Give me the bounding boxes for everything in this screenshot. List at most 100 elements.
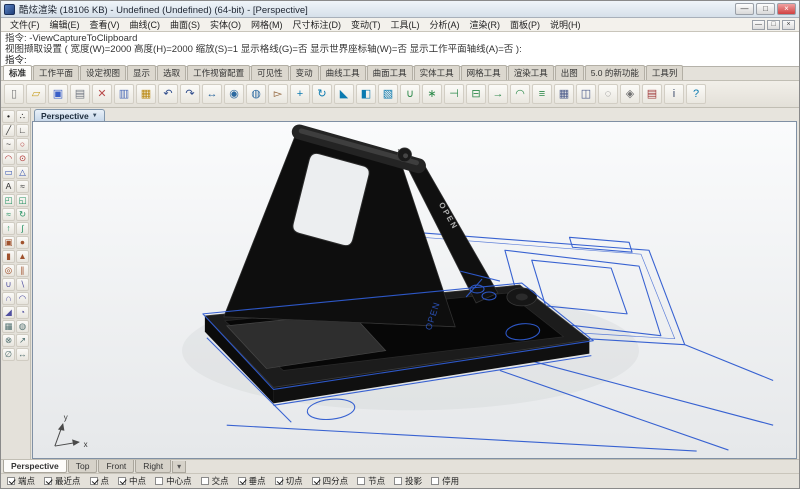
properties-icon[interactable]: i	[664, 84, 684, 104]
osnap-toggle[interactable]: 四分点	[312, 475, 349, 487]
curve-boolean-icon[interactable]: ⊗	[2, 334, 15, 347]
toolbar-group-tab[interactable]: 可见性	[251, 65, 289, 80]
arc-icon[interactable]: ◠	[2, 152, 15, 165]
boolean-union-icon[interactable]: ∪	[2, 278, 15, 291]
viewport-tab[interactable]: Right	[135, 460, 171, 473]
open-file-icon[interactable]: ▱	[26, 84, 46, 104]
osnap-toggle[interactable]: 最近点	[44, 475, 81, 487]
osnap-toggle[interactable]: 点	[90, 475, 110, 487]
surface-3pt-icon[interactable]: ◰	[2, 194, 15, 207]
save-icon[interactable]: ▣	[48, 84, 68, 104]
array-icon[interactable]: ▦	[554, 84, 574, 104]
point-cloud-icon[interactable]: ∴	[16, 110, 29, 123]
fillet-icon[interactable]: ◠	[510, 84, 530, 104]
polygon-icon[interactable]: △	[16, 166, 29, 179]
extend-icon[interactable]: →	[488, 84, 508, 104]
move-icon[interactable]: +	[290, 84, 310, 104]
cylinder-icon[interactable]: ▮	[2, 250, 15, 263]
explode-icon[interactable]: ∗	[422, 84, 442, 104]
dimension-icon[interactable]: ↔	[16, 348, 29, 361]
circle-icon[interactable]: ○	[16, 138, 29, 151]
viewport-canvas[interactable]: OPEN OPEN	[32, 121, 797, 459]
viewport-tab[interactable]: Perspective	[3, 460, 67, 473]
menu-item[interactable]: 查看(V)	[85, 17, 125, 32]
toolbar-group-tab[interactable]: 设定视图	[80, 65, 126, 80]
toolbar-group-tab[interactable]: 工作平面	[33, 65, 79, 80]
toolbar-group-tab[interactable]: 出图	[555, 65, 584, 80]
osnap-toggle[interactable]: 投影	[394, 475, 422, 487]
mirror-icon[interactable]: ◧	[356, 84, 376, 104]
minimize-button[interactable]: —	[735, 3, 754, 15]
close-button[interactable]: ×	[777, 3, 796, 15]
toolbar-group-tab[interactable]: 工具列	[646, 65, 684, 80]
copy-icon[interactable]: ▥	[114, 84, 134, 104]
group-icon[interactable]: ◫	[576, 84, 596, 104]
osnap-toggle[interactable]: 切点	[275, 475, 303, 487]
toolbar-group-tab[interactable]: 变动	[290, 65, 319, 80]
rotate-icon[interactable]: ↻	[312, 84, 332, 104]
offset-icon[interactable]: ≡	[532, 84, 552, 104]
fillet-edge-icon[interactable]: ◠	[16, 292, 29, 305]
pipe-icon[interactable]: ∥	[16, 264, 29, 277]
point-icon[interactable]: •	[2, 110, 15, 123]
analyze-direction-icon[interactable]: ↗	[16, 334, 29, 347]
sphere-icon[interactable]: ●	[16, 236, 29, 249]
app-icon[interactable]	[4, 4, 15, 15]
toolbar-group-tab[interactable]: 实体工具	[414, 65, 460, 80]
boolean-difference-icon[interactable]: ∖	[16, 278, 29, 291]
toolbar-group-tab[interactable]: 5.0 的新功能	[585, 65, 645, 80]
menu-item[interactable]: 编辑(E)	[45, 17, 85, 32]
new-file-icon[interactable]: ▯	[4, 84, 24, 104]
viewport-tab[interactable]: Front	[98, 460, 134, 473]
trim-icon[interactable]: ⊣	[444, 84, 464, 104]
child-close-button[interactable]: ×	[782, 20, 795, 30]
menu-item[interactable]: 工具(L)	[386, 17, 425, 32]
menu-item[interactable]: 网格(M)	[246, 17, 288, 32]
scale-icon[interactable]: ◣	[334, 84, 354, 104]
paste-icon[interactable]: ▦	[136, 84, 156, 104]
shell-icon[interactable]: ◔	[16, 306, 29, 319]
maximize-button[interactable]: □	[756, 3, 775, 15]
viewport-title-tab[interactable]: Perspective ▼	[34, 109, 105, 121]
split-icon[interactable]: ⊟	[466, 84, 486, 104]
menu-item[interactable]: 面板(P)	[505, 17, 545, 32]
menu-item[interactable]: 说明(H)	[545, 17, 586, 32]
osnap-toggle[interactable]: 中点	[118, 475, 146, 487]
osnap-toggle[interactable]: 垂点	[238, 475, 266, 487]
join-icon[interactable]: ∪	[400, 84, 420, 104]
child-minimize-button[interactable]: —	[752, 20, 765, 30]
layer-icon[interactable]: ▤	[642, 84, 662, 104]
surface-corner-icon[interactable]: ◱	[16, 194, 29, 207]
line-icon[interactable]: ╱	[2, 124, 15, 137]
osnap-toggle[interactable]: 交点	[201, 475, 229, 487]
mesh-icon[interactable]: ▦	[2, 320, 15, 333]
toolbar-group-tab[interactable]: 标准	[3, 65, 32, 80]
ellipse-icon[interactable]: ⊙	[16, 152, 29, 165]
extrude-icon[interactable]: ↑	[2, 222, 15, 235]
menu-item[interactable]: 曲面(S)	[165, 17, 205, 32]
toolbar-group-tab[interactable]: 显示	[127, 65, 156, 80]
toolbar-group-tab[interactable]: 渲染工具	[508, 65, 554, 80]
print-icon[interactable]: ▤	[70, 84, 90, 104]
polyline-icon[interactable]: ∟	[16, 124, 29, 137]
cut-icon[interactable]: ✕	[92, 84, 112, 104]
rectangle-icon[interactable]: ▭	[2, 166, 15, 179]
osnap-toggle[interactable]: 端点	[7, 475, 35, 487]
pan-view-icon[interactable]: ↔	[202, 84, 222, 104]
toolbar-group-tab[interactable]: 曲面工具	[367, 65, 413, 80]
menu-item[interactable]: 文件(F)	[5, 17, 45, 32]
box-icon[interactable]: ▣	[2, 236, 15, 249]
menu-item[interactable]: 尺寸标注(D)	[288, 17, 347, 32]
hide-object-icon[interactable]: ◌	[598, 84, 618, 104]
osnap-toggle[interactable]: 节点	[357, 475, 385, 487]
menu-item[interactable]: 曲线(C)	[125, 17, 166, 32]
text-icon[interactable]: A	[2, 180, 15, 193]
zoom-extents-icon[interactable]: ◉	[224, 84, 244, 104]
loft-icon[interactable]: ≈	[2, 208, 15, 221]
menu-item[interactable]: 渲染(R)	[465, 17, 506, 32]
mesh-sphere-icon[interactable]: ◍	[16, 320, 29, 333]
toolbar-group-tab[interactable]: 选取	[157, 65, 186, 80]
menu-item[interactable]: 变动(T)	[346, 17, 386, 32]
select-icon[interactable]: ▻	[268, 84, 288, 104]
osnap-toggle[interactable]: 中心点	[155, 475, 192, 487]
